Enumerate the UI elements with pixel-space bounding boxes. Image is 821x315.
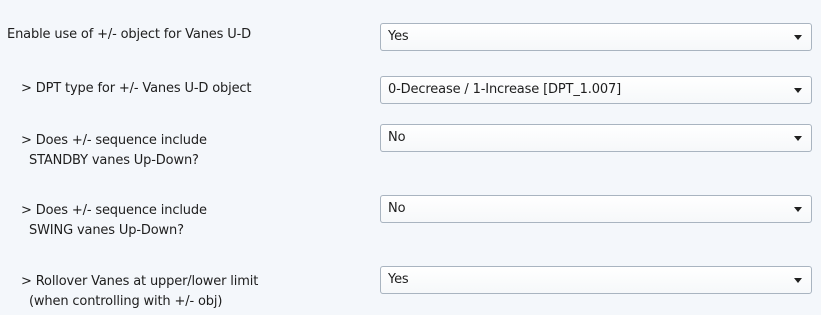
sequence-include-standby-select[interactable]: No	[380, 124, 812, 152]
rollover-vanes-select[interactable]: Yes	[380, 266, 812, 294]
select-value: No	[388, 130, 406, 145]
label-sequence-standby-line2: STANDBY vanes Up-Down?	[29, 153, 199, 168]
select-value: Yes	[388, 272, 409, 287]
label-sequence-swing-line2: SWING vanes Up-Down?	[29, 223, 184, 238]
sequence-include-swing-select[interactable]: No	[380, 195, 812, 223]
select-value: 0-Decrease / 1-Increase [DPT_1.007]	[388, 82, 622, 97]
chevron-down-icon	[794, 35, 802, 40]
select-value: No	[388, 201, 406, 216]
chevron-down-icon	[794, 207, 802, 212]
label-rollover-vanes-line2: (when controlling with +/- obj)	[29, 294, 223, 309]
label-sequence-standby-line1: > Does +/- sequence include	[21, 133, 207, 148]
chevron-down-icon	[794, 278, 802, 283]
dpt-type-vanes-ud-select[interactable]: 0-Decrease / 1-Increase [DPT_1.007]	[380, 76, 812, 104]
chevron-down-icon	[794, 136, 802, 141]
select-value: Yes	[388, 29, 409, 44]
label-enable-vanes-ud-object: Enable use of +/- object for Vanes U-D	[7, 27, 252, 42]
vanes-updown-settings-panel: Enable use of +/- object for Vanes U-D Y…	[0, 0, 821, 315]
chevron-down-icon	[794, 88, 802, 93]
label-sequence-swing-line1: > Does +/- sequence include	[21, 203, 207, 218]
label-rollover-vanes-line1: > Rollover Vanes at upper/lower limit	[21, 274, 259, 289]
label-dpt-type-vanes-ud: > DPT type for +/- Vanes U-D object	[21, 81, 252, 96]
enable-vanes-ud-object-select[interactable]: Yes	[380, 23, 812, 51]
